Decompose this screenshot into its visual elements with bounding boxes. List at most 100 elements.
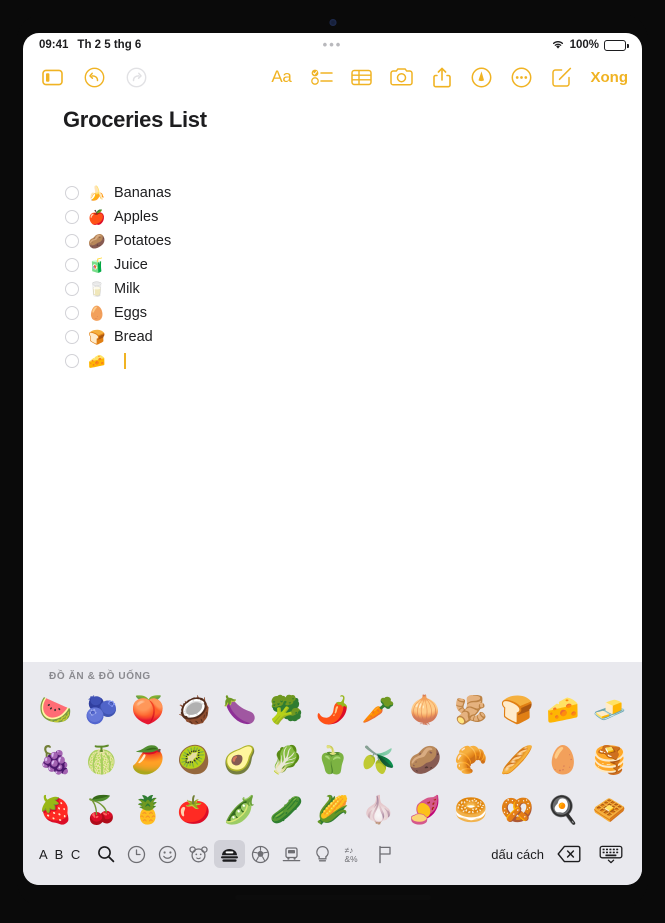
emoji-key[interactable]: 🥦	[266, 697, 307, 724]
checklist-item[interactable]: 🥔 Potatoes	[63, 229, 602, 253]
emoji-key[interactable]: 🍞	[497, 697, 538, 724]
checkbox-circle-icon[interactable]	[65, 282, 79, 296]
flags-icon[interactable]	[369, 840, 400, 868]
checkbox-circle-icon[interactable]	[65, 234, 79, 248]
dismiss-keyboard-icon[interactable]	[596, 840, 626, 868]
checklist-item[interactable]: 🥛 Milk	[63, 277, 602, 301]
notes-toolbar: Aa Xong	[23, 57, 642, 97]
emoji-key[interactable]: 🥯	[450, 797, 491, 824]
battery-full-icon	[604, 39, 629, 51]
delete-backspace-icon[interactable]	[554, 840, 584, 868]
emoji-grid: 🍉 🫐 🍑 🥥 🍆 🥦 🌶️ 🥕 🧅 🫚 🍞 🧀 🧈 🍇 🍈 🥭 🥝 🥑 🥬 🫑 🫒 🥔 🥐 🥖 🥚 🥞 🍓 🍒 🍍 🍅 🫛 🥒 🌽 🧄 🍠 🥯 🥨 🍳 🧇	[23, 685, 642, 835]
done-button[interactable]: Xong	[591, 69, 629, 86]
checklist: 🍌 Bananas 🍎 Apples 🥔 Potatoes 🧃 Juice 🥛 Milk 🥚 Eggs…	[63, 181, 602, 373]
format-aa-button[interactable]: Aa	[267, 64, 297, 90]
checklist-item[interactable]: 🍌 Bananas	[63, 181, 602, 205]
emoji-key[interactable]: 🥨	[497, 797, 538, 824]
emoji-key[interactable]: 🥕	[358, 697, 399, 724]
checklist-item-label: Bread	[114, 329, 153, 345]
emoji-key[interactable]: 🧄	[358, 797, 399, 824]
markup-pen-icon[interactable]	[467, 64, 497, 90]
emoji-key[interactable]: 🍉	[35, 697, 76, 724]
front-camera	[329, 19, 336, 26]
emoji-key[interactable]: 🧈	[589, 697, 630, 724]
checkbox-circle-icon[interactable]	[65, 210, 79, 224]
emoji-key[interactable]: 🧀	[543, 697, 584, 724]
multitask-dots-icon[interactable]: •••	[323, 37, 343, 52]
compose-icon[interactable]	[547, 64, 577, 90]
emoji-key[interactable]: 🍳	[543, 797, 584, 824]
checklist-item[interactable]: 🍎 Apples	[63, 205, 602, 229]
emoji-key[interactable]: 🧇	[589, 797, 630, 824]
checklist-icon[interactable]	[307, 64, 337, 90]
emoji-key[interactable]: 🌽	[312, 797, 353, 824]
emoji-key[interactable]: 🥞	[589, 747, 630, 774]
checklist-item[interactable]: 🍞 Bread	[63, 325, 602, 349]
checkbox-circle-icon[interactable]	[65, 330, 79, 344]
emoji-key[interactable]: 🫒	[358, 747, 399, 774]
emoji-key[interactable]: 🍑	[127, 697, 168, 724]
emoji-key[interactable]: 🫛	[220, 797, 261, 824]
checklist-item-emoji: 🥔	[88, 233, 106, 249]
emoji-row: 🍓 🍒 🍍 🍅 🫛 🥒 🌽 🧄 🍠 🥯 🥨 🍳 🧇	[35, 785, 630, 835]
page-title: Groceries List	[63, 107, 207, 132]
table-icon[interactable]	[347, 64, 377, 90]
checklist-item[interactable]: 🧃 Juice	[63, 253, 602, 277]
device-bezel: 09:41 Th 2 5 thg 6 ••• 100% Aa Xong Groc…	[17, 14, 648, 907]
emoji-key[interactable]: 🥝	[173, 747, 214, 774]
emoji-key[interactable]: 🍒	[81, 797, 122, 824]
checklist-item-emoji: 🧃	[88, 257, 106, 273]
emoji-key[interactable]: 🧅	[404, 697, 445, 724]
checklist-item[interactable]: 🥚 Eggs	[63, 301, 602, 325]
symbols-icon[interactable]: ≠♪ &%	[338, 840, 369, 868]
checklist-item-emoji: 🧀	[88, 353, 106, 369]
checkbox-circle-icon[interactable]	[65, 354, 79, 368]
share-icon[interactable]	[427, 64, 457, 90]
animals-icon[interactable]	[183, 840, 214, 868]
emoji-key[interactable]: 🥔	[404, 747, 445, 774]
checkbox-circle-icon[interactable]	[65, 258, 79, 272]
ipad-device: 09:41 Th 2 5 thg 6 ••• 100% Aa Xong Groc…	[0, 0, 665, 923]
home-indicator[interactable]	[234, 895, 431, 900]
emoji-key[interactable]: 🍅	[173, 797, 214, 824]
emoji-key[interactable]: 🫚	[450, 697, 491, 724]
redo-icon[interactable]	[121, 64, 151, 90]
more-ellipsis-icon[interactable]	[507, 64, 537, 90]
emoji-key[interactable]: 🍍	[127, 797, 168, 824]
space-key[interactable]: dấu cách	[481, 847, 554, 862]
objects-lightbulb-icon[interactable]	[307, 840, 338, 868]
emoji-key[interactable]: 🥑	[220, 747, 261, 774]
emoji-key[interactable]: 🥭	[127, 747, 168, 774]
text-cursor	[124, 353, 126, 369]
abc-keyboard-button[interactable]: A B C	[39, 840, 82, 868]
emoji-key[interactable]: 🍆	[220, 697, 261, 724]
checkbox-circle-icon[interactable]	[65, 186, 79, 200]
emoji-key[interactable]: 🥒	[266, 797, 307, 824]
travel-places-icon[interactable]	[276, 840, 307, 868]
checklist-item[interactable]: 🧀	[63, 349, 602, 373]
emoji-key[interactable]: 🫐	[81, 697, 122, 724]
food-drink-icon[interactable]	[214, 840, 246, 868]
emoji-key[interactable]: 🌶️	[312, 697, 353, 724]
checkbox-circle-icon[interactable]	[65, 306, 79, 320]
emoji-key[interactable]: 🍓	[35, 797, 76, 824]
clock-recents-icon[interactable]	[121, 840, 152, 868]
emoji-key[interactable]: 🥬	[266, 747, 307, 774]
emoji-key[interactable]: 🥖	[497, 747, 538, 774]
keyboard-bottom-bar: A B C ≠♪ &% dấu cách	[23, 835, 642, 873]
emoji-key[interactable]: 🍇	[35, 747, 76, 774]
emoji-key[interactable]: 🥐	[450, 747, 491, 774]
camera-icon[interactable]	[387, 64, 417, 90]
emoji-key[interactable]: 🫑	[312, 747, 353, 774]
sidebar-toggle-icon[interactable]	[37, 64, 67, 90]
activity-soccer-icon[interactable]	[245, 840, 276, 868]
status-bar-right: 100%	[551, 39, 629, 52]
note-body[interactable]: Groceries List 🍌 Bananas 🍎 Apples 🥔 Potatoes 🧃…	[23, 97, 642, 662]
emoji-key[interactable]: 🍈	[81, 747, 122, 774]
emoji-key[interactable]: 🍠	[404, 797, 445, 824]
emoji-key[interactable]: 🥚	[543, 747, 584, 774]
search-icon[interactable]	[90, 840, 121, 868]
emoji-key[interactable]: 🥥	[173, 697, 214, 724]
undo-icon[interactable]	[79, 64, 109, 90]
smileys-icon[interactable]	[152, 840, 183, 868]
